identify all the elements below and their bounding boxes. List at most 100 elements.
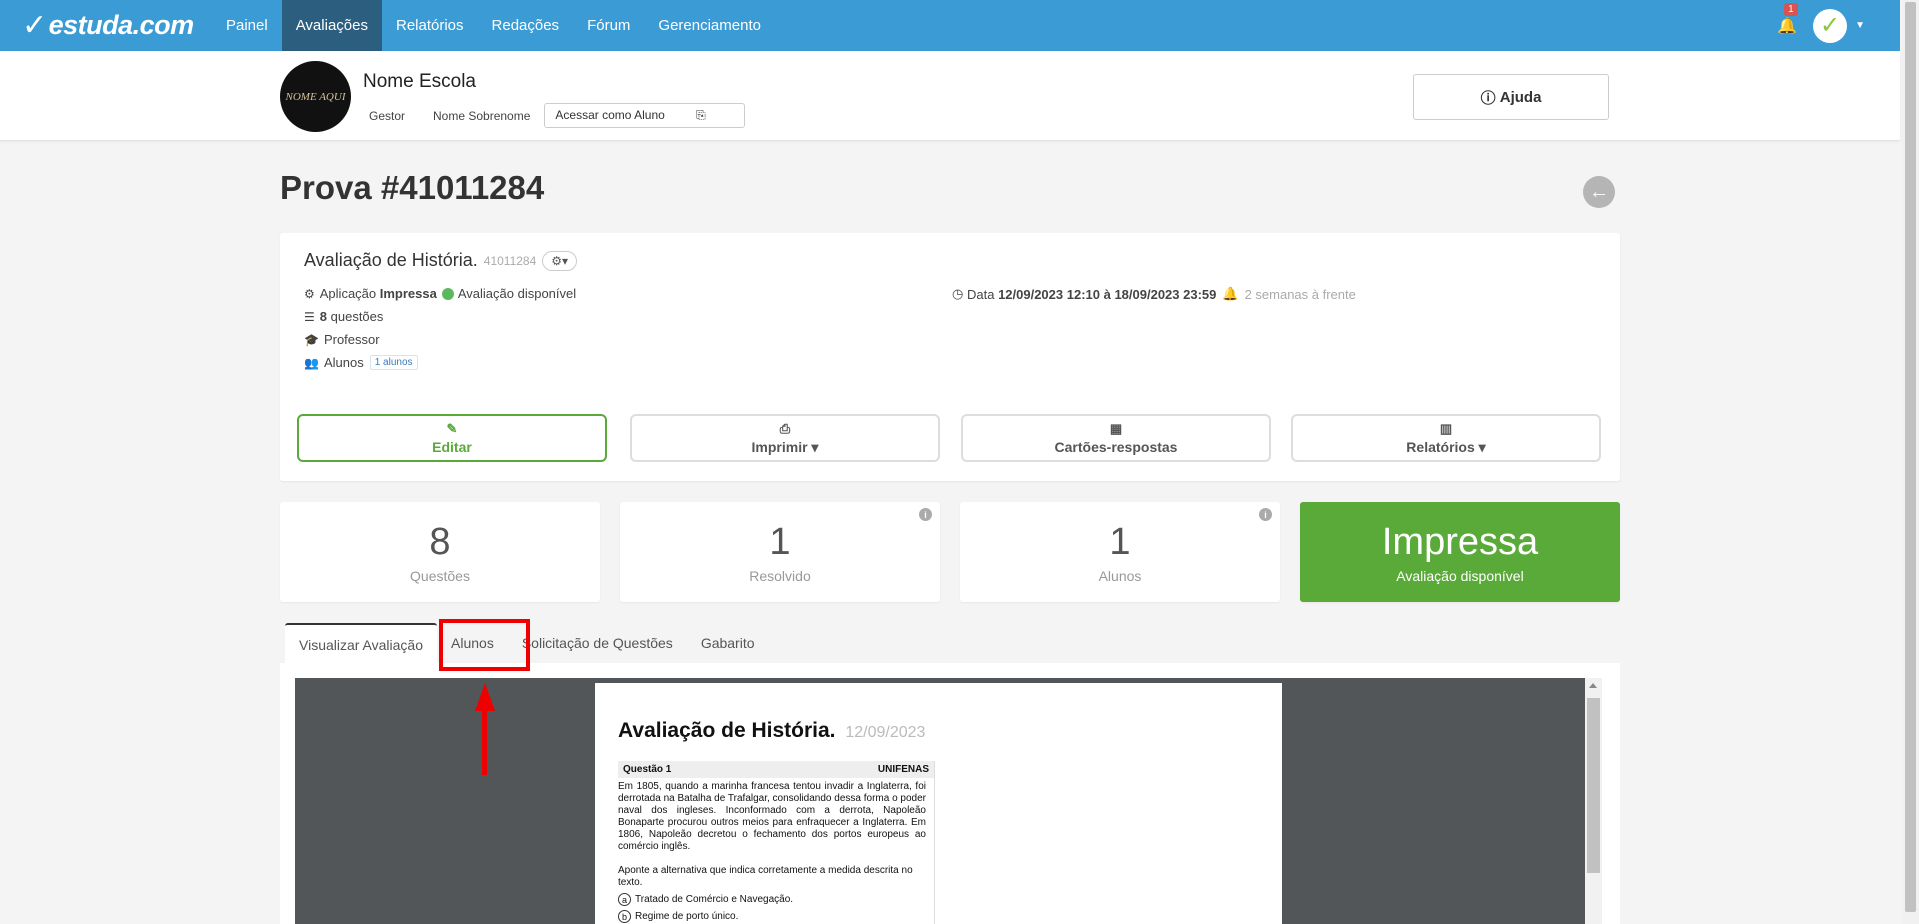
question-prompt: Aponte a alternativa que indica corretam… <box>618 865 913 888</box>
nav-right: 🔔 1 ✓ ▼ <box>1777 0 1865 51</box>
question-text: Em 1805, quando a marinha francesa tento… <box>618 781 926 852</box>
preview-title: Avaliação de História. 12/09/2023 <box>618 719 925 743</box>
option-a: a Tratado de Comércio e Navegação. <box>618 893 934 906</box>
nav-item-painel[interactable]: Painel <box>212 0 282 51</box>
assessment-title: Avaliação de História. <box>304 250 478 270</box>
brand-logo[interactable]: ✓ estuda.com <box>22 8 212 43</box>
option-letter: b <box>618 910 631 923</box>
info-icon[interactable]: i <box>919 508 932 521</box>
clock-icon: ◷ <box>952 286 967 301</box>
preview-title-text: Avaliação de História. <box>618 719 836 742</box>
school-logo: NOME AQUI <box>280 61 351 132</box>
stat-value: 8 <box>429 520 451 563</box>
students-label: Alunos <box>323 355 364 370</box>
stat-value: 1 <box>769 520 791 563</box>
students-tag[interactable]: 1 alunos <box>369 355 418 370</box>
application-value: Impressa <box>379 286 437 301</box>
scroll-up-icon[interactable] <box>1589 683 1597 688</box>
notification-badge: 1 <box>1784 2 1798 16</box>
school-meta: Gestor Nome Sobrenome Acessar como Aluno… <box>369 103 745 128</box>
question-header: Questão 1 UNIFENAS <box>618 761 934 778</box>
back-button[interactable]: ← <box>1583 176 1615 208</box>
monitor-icon: ⎘ <box>696 108 706 122</box>
printer-icon: ⎙ <box>779 420 791 436</box>
date-relative: 2 semanas à frente <box>1244 286 1356 302</box>
stat-value: Impressa <box>1381 520 1539 563</box>
option-letter: a <box>618 893 631 906</box>
user-name: Nome Sobrenome <box>433 108 531 123</box>
bar-chart-icon: ▥ <box>1439 420 1453 436</box>
tab-solicitacao-questoes[interactable]: Solicitação de Questões <box>508 623 687 663</box>
stat-value: 1 <box>1109 520 1131 563</box>
user-avatar[interactable]: ✓ <box>1813 8 1848 43</box>
teacher-row: 🎓 Professor <box>304 332 380 347</box>
nav-item-forum[interactable]: Fórum <box>573 0 644 51</box>
date-value: 12/09/2023 12:10 à 18/09/2023 23:59 <box>998 286 1217 302</box>
edit-button[interactable]: ✎ Editar <box>297 414 607 462</box>
check-logo-icon: ✓ <box>22 9 47 42</box>
assessment-info-card: Avaliação de História. 41011284 ⚙▾ ⚙ Apl… <box>280 233 1620 481</box>
edit-label: Editar <box>432 439 472 455</box>
viewer-scrollbar[interactable] <box>1585 678 1602 924</box>
gear-icon: ⚙▾ <box>551 253 569 268</box>
stat-application: Impressa Avaliação disponível <box>1300 502 1620 602</box>
application-row: ⚙ Aplicação Impressa Avaliação disponíve… <box>304 286 576 301</box>
scroll-thumb[interactable] <box>1587 698 1600 873</box>
access-as-student-button[interactable]: Acessar como Aluno ⎘ <box>544 103 745 128</box>
arrow-shaft <box>482 694 487 775</box>
questions-label: questões <box>330 309 384 324</box>
pencil-icon: ✎ <box>446 421 458 436</box>
highlight-box <box>439 619 530 671</box>
question-block: Questão 1 UNIFENAS Em 1805, quando a mar… <box>618 761 935 924</box>
access-as-student-label: Acessar como Aluno <box>555 108 665 122</box>
info-icon[interactable]: i <box>1259 508 1272 521</box>
stat-label: Avaliação disponível <box>1396 567 1524 584</box>
settings-dropdown-button[interactable]: ⚙▾ <box>542 250 578 271</box>
option-text: Regime de porto único. <box>635 911 739 922</box>
assessment-code: 41011284 <box>483 253 537 268</box>
nav-item-redacoes[interactable]: Redações <box>478 0 574 51</box>
date-row: ◷ Data 12/09/2023 12:10 à 18/09/2023 23:… <box>952 286 1356 302</box>
page-scroll-thumb[interactable] <box>1905 2 1916 912</box>
answer-cards-button[interactable]: ▦ Cartões-respostas <box>961 414 1271 462</box>
assessment-title-row: Avaliação de História. 41011284 ⚙▾ <box>304 250 578 271</box>
list-icon: ☰ <box>304 309 315 324</box>
page-scrollbar[interactable] <box>1902 0 1919 924</box>
question-source: UNIFENAS <box>877 764 929 775</box>
notifications-button[interactable]: 🔔 1 <box>1777 2 1798 36</box>
stat-students: i 1 Alunos <box>960 502 1280 602</box>
top-navbar: ✓ estuda.com Painel Avaliações Relatório… <box>0 0 1900 51</box>
nav-item-gerenciamento[interactable]: Gerenciamento <box>644 0 775 51</box>
bell-outline-icon: 🔔 <box>1222 286 1239 301</box>
print-label-wrap: Imprimir ▾ <box>751 438 819 455</box>
reports-label: Relatórios <box>1406 438 1475 455</box>
tab-gabarito[interactable]: Gabarito <box>687 623 769 663</box>
stat-label: Questões <box>410 567 470 584</box>
print-label: Imprimir <box>751 438 808 455</box>
option-b: b Regime de porto único. <box>618 910 934 923</box>
page-title: Prova #41011284 <box>280 169 545 206</box>
questions-row: ☰ 8 questões <box>304 309 383 324</box>
print-button[interactable]: ⎙ Imprimir ▾ <box>630 414 940 462</box>
school-header: NOME AQUI Nome Escola Gestor Nome Sobren… <box>0 51 1900 141</box>
preview-date: 12/09/2023 <box>845 724 926 741</box>
reports-button[interactable]: ▥ Relatórios ▾ <box>1291 414 1601 462</box>
status-dot-icon <box>441 287 454 300</box>
users-icon: 👥 <box>304 355 319 370</box>
option-text: Tratado de Comércio e Navegação. <box>635 894 794 905</box>
bell-icon: 🔔 <box>1777 17 1798 35</box>
help-button[interactable]: ⓘ Ajuda <box>1413 74 1609 120</box>
school-logo-text: NOME AQUI <box>285 90 346 103</box>
tab-visualizar-avaliacao[interactable]: Visualizar Avaliação <box>285 623 438 663</box>
nav-item-relatorios[interactable]: Relatórios <box>382 0 478 51</box>
stat-resolved: i 1 Resolvido <box>620 502 940 602</box>
nav-item-avaliacoes[interactable]: Avaliações <box>281 0 382 51</box>
chevron-down-icon[interactable]: ▼ <box>1855 20 1865 31</box>
grid-icon: ▦ <box>1109 421 1123 436</box>
brand-logo-text: estuda.com <box>48 10 195 40</box>
user-role: Gestor <box>369 108 406 123</box>
students-row: 👥 Alunos 1 alunos <box>304 355 418 370</box>
help-label: Ajuda <box>1499 88 1542 106</box>
stat-label: Resolvido <box>749 567 811 584</box>
pdf-viewer[interactable]: Avaliação de História. 12/09/2023 Questã… <box>295 678 1585 924</box>
